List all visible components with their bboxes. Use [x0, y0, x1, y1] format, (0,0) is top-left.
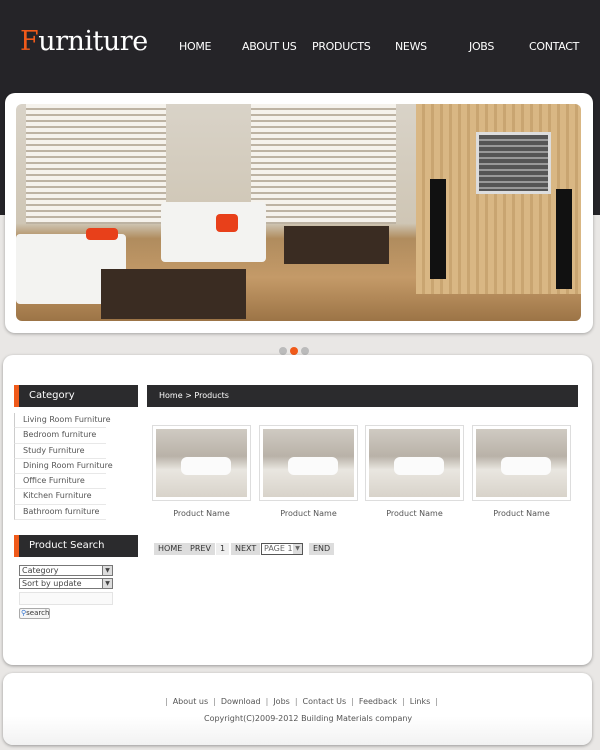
category-item[interactable]: Living Room Furniture	[14, 413, 111, 429]
copyright: Copyright(C)2009-2012 Building Materials…	[204, 714, 413, 723]
nav-jobs[interactable]: JOBS	[469, 40, 494, 53]
product-card[interactable]: Product Name	[152, 425, 251, 518]
search-button[interactable]: ⚲search	[19, 608, 50, 619]
sort-select[interactable]: Sort by update ▼	[19, 578, 113, 589]
category-item[interactable]: Bedroom furniture	[14, 428, 106, 444]
product-search-heading: Product Search	[14, 535, 138, 557]
footer-link-jobs[interactable]: Jobs	[273, 697, 290, 706]
footer-links: | About us | Download | Jobs | Contact Us | Feedb…	[165, 697, 438, 706]
footer-link-contact[interactable]: Contact Us	[303, 697, 347, 706]
main-nav: HOME ABOUT US PRODUCTS NEWS JOBS CONTACT	[0, 40, 600, 56]
nav-contact[interactable]: CONTACT	[529, 40, 579, 53]
nav-home[interactable]: HOME	[179, 40, 211, 53]
category-item[interactable]: Bathroom furniture	[14, 504, 106, 521]
slide-dot-3[interactable]	[301, 347, 309, 355]
product-image[interactable]	[152, 425, 251, 501]
category-select[interactable]: Category ▼	[19, 565, 113, 576]
page-end-button[interactable]: END	[309, 543, 335, 555]
chevron-down-icon: ▼	[102, 566, 112, 575]
chevron-down-icon: ▼	[102, 579, 112, 588]
nav-news[interactable]: NEWS	[395, 40, 427, 53]
page-next-button[interactable]: NEXT	[231, 543, 261, 555]
category-item[interactable]: Study Furniture	[14, 443, 106, 459]
chevron-down-icon: ▼	[293, 544, 302, 554]
banner	[5, 93, 593, 333]
breadcrumb: Home > Products	[147, 385, 578, 407]
category-item[interactable]: Office Furniture	[14, 474, 106, 490]
slide-dot-1[interactable]	[279, 347, 287, 355]
page-prev-button[interactable]: PREV	[186, 543, 215, 555]
page-number[interactable]: 1	[216, 543, 230, 555]
product-image[interactable]	[365, 425, 464, 501]
product-card[interactable]: Product Name	[365, 425, 464, 518]
slide-dot-2[interactable]	[290, 347, 298, 355]
footer	[3, 673, 592, 745]
product-card[interactable]: Product Name	[472, 425, 571, 518]
keyword-input[interactable]	[19, 592, 113, 605]
banner-image	[16, 104, 581, 321]
category-list: Living Room Furniture Bedroom furniture …	[14, 413, 113, 521]
footer-link-links[interactable]: Links	[410, 697, 431, 706]
footer-link-about[interactable]: About us	[173, 697, 208, 706]
category-item[interactable]: Dining Room Furniture	[14, 458, 113, 475]
page-home-button[interactable]: HOME	[154, 543, 187, 555]
product-image[interactable]	[472, 425, 571, 501]
page-select[interactable]: PAGE 1 ▼	[261, 543, 303, 555]
footer-link-feedback[interactable]: Feedback	[359, 697, 397, 706]
nav-about-us[interactable]: ABOUT US	[242, 40, 297, 53]
category-item[interactable]: Kitchen Furniture	[14, 489, 106, 505]
product-card[interactable]: Product Name	[259, 425, 358, 518]
product-image[interactable]	[259, 425, 358, 501]
category-heading: Category	[14, 385, 138, 407]
footer-link-download[interactable]: Download	[221, 697, 261, 706]
nav-products[interactable]: PRODUCTS	[312, 40, 371, 53]
